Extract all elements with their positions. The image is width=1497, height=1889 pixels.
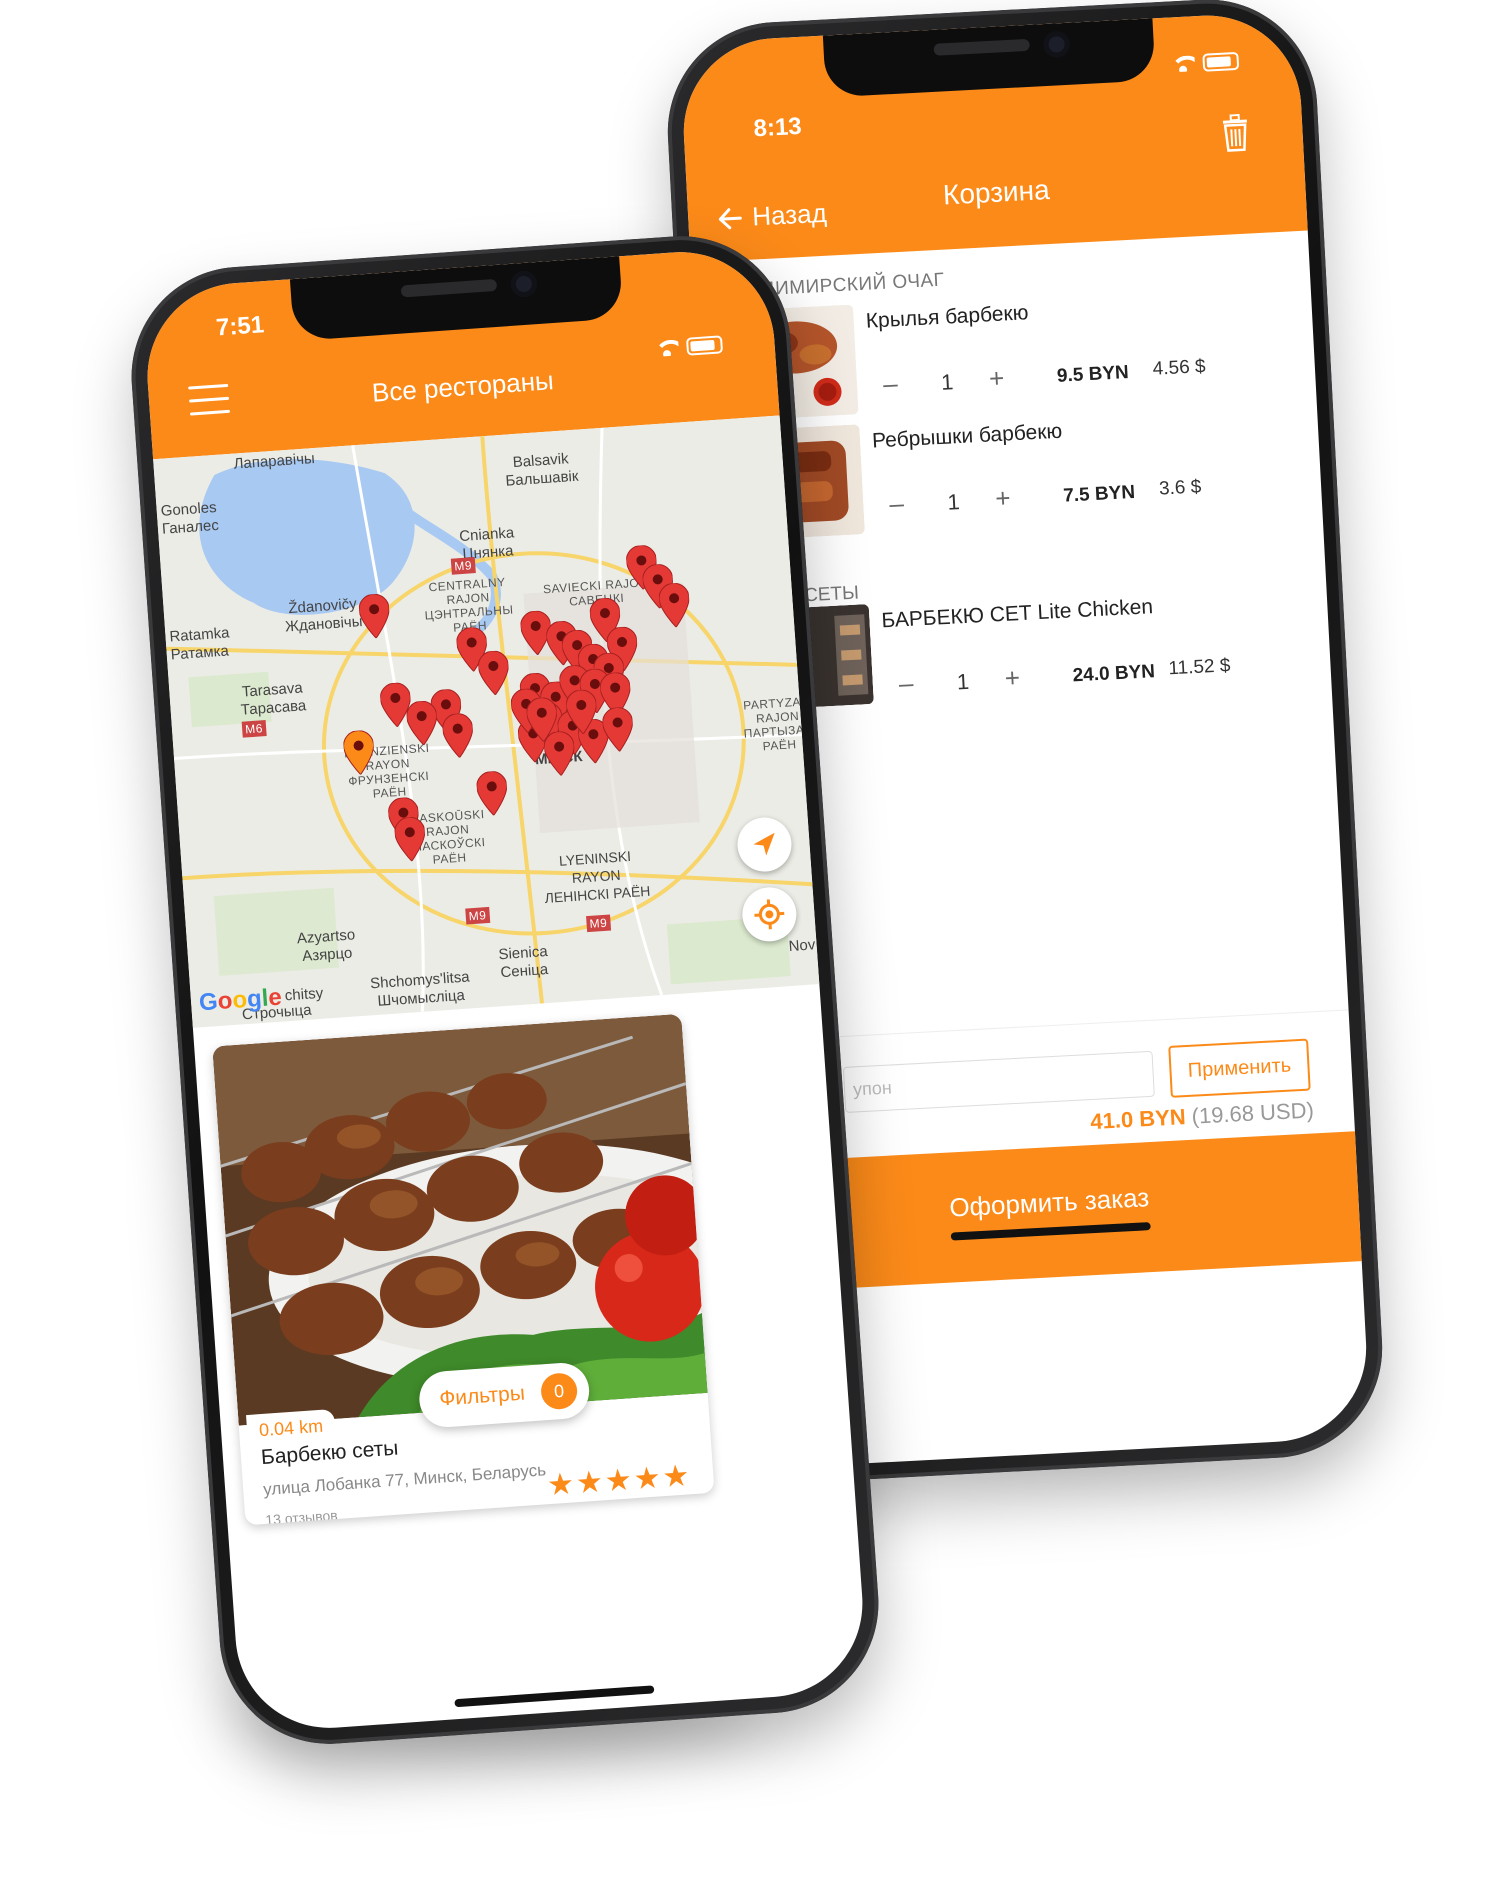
map-label: Shchomys'litsa Шчомысліца: [369, 968, 471, 1010]
price-byn: 9.5 BYN: [1056, 362, 1130, 387]
map-label: Azyartso Азярцо: [296, 926, 356, 966]
restaurant-pin-icon[interactable]: [358, 593, 391, 639]
phone-map: 7:51 Все рестораны Лапаравічы Gonoles Га…: [124, 228, 886, 1752]
map-label: Sienica Сеніца: [497, 942, 549, 982]
price-byn: 24.0 BYN: [1072, 661, 1156, 687]
road-sign: M6: [241, 720, 267, 738]
selected-restaurant-pin-icon[interactable]: [343, 730, 376, 776]
review-count: 13 отзывов: [264, 1506, 339, 1526]
battery-icon: [685, 335, 724, 356]
navigation-arrow-icon: [753, 832, 775, 856]
increase-button[interactable]: +: [995, 482, 1012, 514]
status-icons: [1170, 51, 1240, 74]
decrease-button[interactable]: –: [889, 488, 905, 520]
apply-coupon-button[interactable]: Применить: [1168, 1038, 1311, 1098]
map-label: Balsavik Бальшавік: [504, 450, 579, 490]
road-sign: M9: [465, 906, 490, 925]
google-logo: Google: [198, 983, 283, 1017]
quantity-value: 1: [956, 668, 970, 695]
restaurant-pin-icon[interactable]: [526, 697, 559, 743]
filters-button[interactable]: Фильтры 0: [417, 1361, 591, 1429]
home-indicator: [454, 1685, 655, 1708]
target-icon: [754, 899, 785, 930]
wifi-icon: [1170, 55, 1195, 72]
wifi-icon: [654, 339, 679, 357]
status-time: 7:51: [215, 311, 265, 342]
restaurant-pin-icon[interactable]: [476, 770, 509, 817]
increase-button[interactable]: +: [988, 363, 1005, 395]
restaurant-card[interactable]: 0.04 km Барбекю сеты улица Лобанка 77, М…: [212, 1013, 715, 1526]
price-usd: 11.52 $: [1167, 655, 1231, 680]
food-photo: [212, 1013, 708, 1426]
restaurant-pin-icon[interactable]: [406, 700, 439, 746]
quantity-value: 1: [946, 489, 961, 515]
decrease-button[interactable]: –: [898, 668, 914, 700]
restaurant-pin-icon[interactable]: [565, 689, 598, 735]
trash-icon[interactable]: [1220, 113, 1252, 153]
filters-label: Фильтры: [438, 1381, 526, 1411]
price-usd: 4.56 $: [1152, 356, 1207, 380]
map-label: chitsy: [284, 984, 324, 1005]
restaurant-pin-icon[interactable]: [602, 706, 635, 753]
restaurants-map[interactable]: Лапаравічы Gonoles Ганалес Balsavik Баль…: [153, 415, 820, 1028]
restaurant-pin-icon[interactable]: [442, 713, 475, 759]
total-usd: (19.68 USD): [1190, 1097, 1315, 1129]
item-name: Крылья барбекю: [865, 301, 1029, 333]
restaurant-pin-icon[interactable]: [658, 582, 691, 628]
map-label: Tarasava Тарасава: [240, 679, 307, 719]
star-rating: ★★★★★: [546, 1459, 693, 1503]
price-usd: 3.6 $: [1158, 476, 1202, 500]
road-sign: M9: [450, 557, 476, 575]
decrease-button[interactable]: –: [882, 368, 898, 400]
map-label: Nov: [788, 936, 816, 956]
item-name: БАРБЕКЮ СЕТ Lite Chicken: [880, 595, 1154, 633]
item-name: Ребрышки барбекю: [871, 419, 1063, 453]
price-byn: 7.5 BYN: [1062, 481, 1136, 507]
road-sign: M9: [586, 914, 611, 933]
status-time: 8:13: [752, 112, 803, 143]
total-byn: 41.0 BYN: [1089, 1104, 1187, 1135]
restaurant-pin-icon[interactable]: [394, 816, 427, 862]
map-label: Gonoles Ганалес: [160, 498, 220, 538]
section-name: СЕТЫ: [803, 582, 860, 607]
filters-count-badge: 0: [539, 1371, 579, 1411]
quantity-value: 1: [940, 369, 955, 395]
map-label: Ratamka Ратамка: [168, 624, 231, 664]
increase-button[interactable]: +: [1004, 662, 1021, 694]
coupon-input[interactable]: упон: [842, 1050, 1155, 1113]
map-label: Ždanovičy Ждановічы: [284, 595, 364, 636]
map-label: LYENINSKI RAYON ЛЕНІНСКІ РАЁН: [544, 847, 651, 906]
restaurant-pin-icon[interactable]: [477, 650, 510, 696]
battery-icon: [1202, 51, 1240, 72]
map-screen: 7:51 Все рестораны Лапаравічы Gonoles Га…: [141, 245, 869, 1735]
